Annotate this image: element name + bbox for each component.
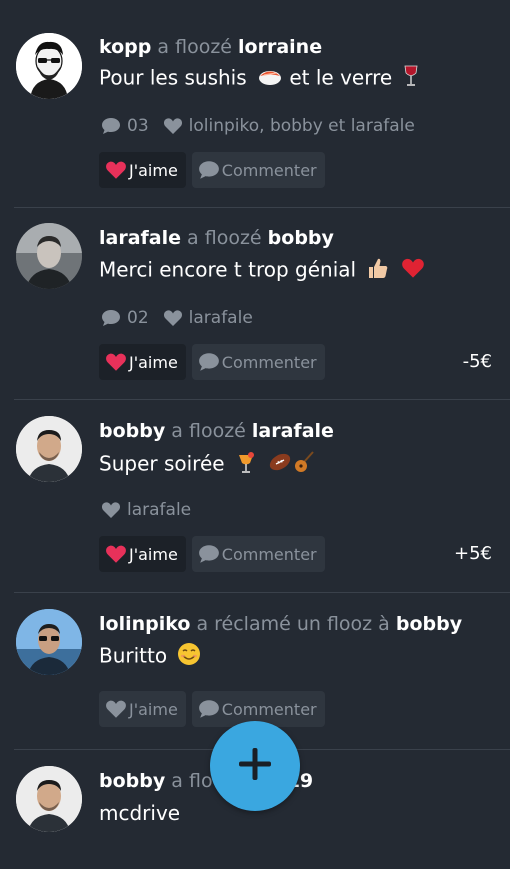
actor-username[interactable]: lolinpiko <box>99 613 190 635</box>
comment-bubble-icon <box>198 699 220 719</box>
actor-username[interactable]: larafale <box>99 227 181 249</box>
activity-meta: larafale <box>101 500 191 520</box>
like-button[interactable]: J'aime <box>99 691 186 727</box>
heart-icon <box>163 309 183 327</box>
activity-verb: a floozé <box>151 36 239 58</box>
heart-icon <box>101 501 121 519</box>
guitar-emoji-icon <box>293 450 315 480</box>
feed-item[interactable]: larafale a floozé bobby Merci encore t t… <box>0 207 510 399</box>
comment-bubble-icon <box>198 544 220 564</box>
transaction-amount: +5€ <box>454 543 492 564</box>
like-button[interactable]: J'aime <box>99 152 186 188</box>
activity-message: Super soirée <box>99 449 315 481</box>
target-username[interactable]: bobby <box>396 613 462 635</box>
avatar[interactable] <box>16 609 82 675</box>
message-text: mcdrive <box>99 801 181 825</box>
likers-list[interactable]: larafale <box>189 308 253 328</box>
avatar[interactable] <box>16 766 82 832</box>
action-buttons: J'aime Commenter <box>99 344 325 380</box>
feed-item[interactable]: kopp a floozé lorraine Pour les sushis e… <box>0 0 510 207</box>
feed-item[interactable]: bobby a floozé larafale Super soirée lar… <box>0 399 510 592</box>
activity-verb: a réclamé un flooz à <box>190 613 396 635</box>
message-text: Super soirée <box>99 451 225 476</box>
thumbs-up-emoji-icon <box>366 256 390 286</box>
transaction-amount: -5€ <box>462 351 492 372</box>
item-divider <box>14 207 510 208</box>
red-heart-emoji-icon <box>401 257 425 285</box>
likers-list[interactable]: larafale <box>127 500 191 520</box>
action-buttons: J'aime Commenter <box>99 691 325 727</box>
activity-message: Pour les sushis et le verre <box>99 64 419 94</box>
like-button[interactable]: J'aime <box>99 344 186 380</box>
smiling-face-emoji-icon <box>177 642 201 672</box>
heart-icon <box>105 352 127 372</box>
message-text: Merci encore t trop génial <box>99 257 357 282</box>
activity-meta: 03 lolinpiko, bobby et larafale <box>101 116 415 136</box>
activity-verb: a floozé <box>181 227 268 249</box>
likers-list[interactable]: lolinpiko, bobby et larafale <box>189 116 415 136</box>
activity-headline: kopp a floozé lorraine <box>99 35 322 59</box>
message-text: Buritto <box>99 643 168 668</box>
heart-icon <box>163 117 183 135</box>
action-buttons: J'aime Commenter <box>99 536 325 572</box>
plus-icon <box>237 746 273 786</box>
avatar[interactable] <box>16 416 82 482</box>
comment-bubble-icon <box>198 160 220 180</box>
heart-icon <box>105 544 127 564</box>
activity-meta: 02 larafale <box>101 308 253 328</box>
sushi-emoji-icon <box>257 65 283 93</box>
like-label: J'aime <box>129 699 178 719</box>
action-buttons: J'aime Commenter <box>99 152 325 188</box>
comment-bubble-icon <box>101 117 121 135</box>
heart-icon <box>105 160 127 180</box>
activity-headline: bobby a floozé larafale <box>99 419 334 443</box>
comment-label: Commenter <box>221 699 317 719</box>
like-label: J'aime <box>129 544 178 564</box>
avatar[interactable] <box>16 33 82 99</box>
comment-button[interactable]: Commenter <box>191 344 325 380</box>
activity-headline: lolinpiko a réclamé un flooz à bobby <box>99 612 462 636</box>
comment-label: Commenter <box>221 544 317 564</box>
heart-icon <box>105 699 127 719</box>
message-text: Pour les sushis <box>99 65 247 90</box>
comments-count: 03 <box>127 116 149 136</box>
like-button[interactable]: J'aime <box>99 536 186 572</box>
american-football-emoji-icon <box>267 451 293 479</box>
item-divider <box>14 399 510 400</box>
comment-button[interactable]: Commenter <box>191 536 325 572</box>
target-username[interactable]: bobby <box>268 227 334 249</box>
activity-message: Merci encore t trop génial <box>99 256 425 286</box>
activity-verb: a floozé <box>165 420 252 442</box>
activity-message: mcdrive <box>99 800 180 826</box>
activity-message: Buritto <box>99 642 201 672</box>
like-label: J'aime <box>129 160 178 180</box>
comment-label: Commenter <box>221 352 317 372</box>
comment-bubble-icon <box>101 309 121 327</box>
actor-username[interactable]: kopp <box>99 36 151 58</box>
comment-button[interactable]: Commenter <box>191 152 325 188</box>
message-text-continued: et le verre <box>283 65 393 90</box>
comment-label: Commenter <box>221 160 317 180</box>
target-username[interactable]: lorraine <box>238 36 322 58</box>
comment-bubble-icon <box>198 352 220 372</box>
like-label: J'aime <box>129 352 178 372</box>
actor-username[interactable]: bobby <box>99 770 165 792</box>
target-username[interactable]: larafale <box>252 420 334 442</box>
activity-headline: larafale a floozé bobby <box>99 226 334 250</box>
avatar[interactable] <box>16 223 82 289</box>
wine-glass-emoji-icon <box>403 64 419 94</box>
create-flooz-button[interactable] <box>210 721 300 811</box>
comments-count: 02 <box>127 308 149 328</box>
item-divider <box>14 592 510 593</box>
tropical-drink-emoji-icon <box>235 449 257 481</box>
actor-username[interactable]: bobby <box>99 420 165 442</box>
